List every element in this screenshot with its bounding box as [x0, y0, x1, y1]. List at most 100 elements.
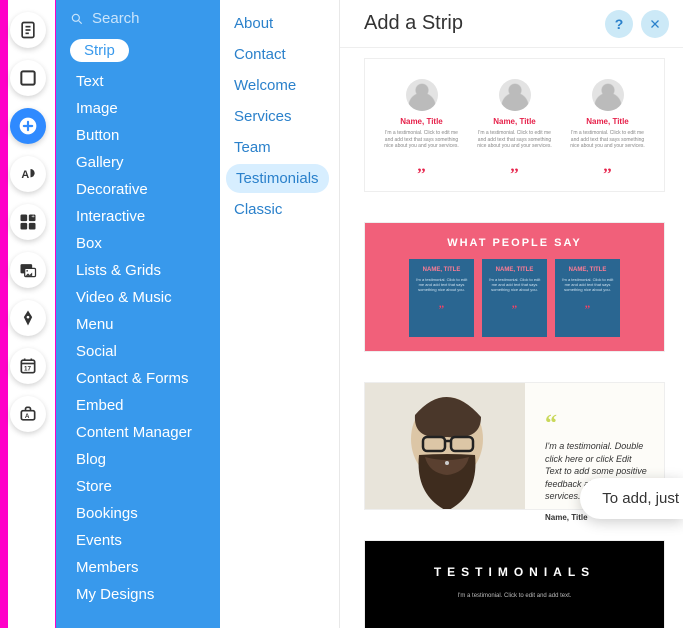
sub-about[interactable]: About	[220, 9, 339, 38]
rail-blog-button[interactable]	[10, 300, 46, 336]
rail-background-button[interactable]	[10, 60, 46, 96]
category-button[interactable]: Button	[56, 122, 220, 149]
category-social[interactable]: Social	[56, 338, 220, 365]
category-lists-grids[interactable]: Lists & Grids	[56, 257, 220, 284]
search-row[interactable]	[56, 0, 220, 33]
search-input[interactable]	[92, 10, 192, 27]
close-icon	[649, 18, 661, 30]
sub-services[interactable]: Services	[220, 102, 339, 131]
testimonial-blurb: I'm a testimonial. Click to edit me and …	[561, 277, 614, 293]
svg-text:A: A	[21, 169, 29, 181]
testimonial-blurb: I'm a testimonial. Click to edit me and …	[382, 130, 462, 150]
testimonial-column: Name, Title I'm a testimonial. Click to …	[561, 79, 654, 183]
strip2-title: WHAT PEOPLE SAY	[373, 237, 656, 249]
category-decorative[interactable]: Decorative	[56, 176, 220, 203]
testimonial-blurb: I'm a testimonial. Click to edit me and …	[415, 277, 468, 293]
left-rail: A + 17 A	[0, 0, 56, 628]
category-menu[interactable]: Menu	[56, 311, 220, 338]
category-blog[interactable]: Blog	[56, 446, 220, 473]
subcategory-panel: About Contact Welcome Services Team Test…	[220, 0, 340, 628]
panel-header: Add a Strip ?	[340, 0, 683, 48]
rail-theme-button[interactable]: A	[10, 156, 46, 192]
theme-icon: A	[18, 164, 38, 184]
testimonial-name: NAME, TITLE	[561, 267, 614, 273]
category-bookings[interactable]: Bookings	[56, 500, 220, 527]
testimonial-tile: NAME, TITLE I'm a testimonial. Click to …	[409, 259, 474, 337]
testimonial-name: Name, Title	[375, 117, 468, 126]
strip-preview-4[interactable]: TESTIMONIALS I'm a testimonial. Click to…	[364, 540, 665, 628]
add-icon	[18, 116, 38, 136]
avatar-icon	[499, 79, 531, 111]
svg-text:A: A	[24, 413, 29, 420]
rail-apps-button[interactable]: +	[10, 204, 46, 240]
category-embed[interactable]: Embed	[56, 392, 220, 419]
quote-icon: ,,	[375, 158, 468, 176]
rail-add-button[interactable]	[10, 108, 46, 144]
search-icon	[70, 12, 84, 26]
rail-ascend-button[interactable]: A	[10, 396, 46, 432]
calendar-icon: 17	[18, 356, 38, 376]
hint-tooltip: To add, just	[580, 478, 683, 519]
testimonial-name: NAME, TITLE	[488, 267, 541, 273]
strip4-title: TESTIMONIALS	[375, 565, 654, 579]
category-members[interactable]: Members	[56, 554, 220, 581]
avatar-icon	[406, 79, 438, 111]
category-gallery[interactable]: Gallery	[56, 149, 220, 176]
strip-preview-2[interactable]: WHAT PEOPLE SAY NAME, TITLE I'm a testim…	[364, 222, 665, 352]
testimonial-photo	[365, 383, 525, 509]
rail-bookings-button[interactable]: 17	[10, 348, 46, 384]
category-text[interactable]: Text	[56, 68, 220, 95]
strip-preview-1[interactable]: Name, Title I'm a testimonial. Click to …	[364, 58, 665, 192]
svg-text:+: +	[31, 214, 35, 220]
rail-media-button[interactable]	[10, 252, 46, 288]
quote-icon: ,,	[415, 299, 468, 310]
testimonial-name: Name, Title	[561, 117, 654, 126]
category-events[interactable]: Events	[56, 527, 220, 554]
sub-team[interactable]: Team	[220, 133, 339, 162]
testimonial-column: Name, Title I'm a testimonial. Click to …	[468, 79, 561, 183]
sub-classic[interactable]: Classic	[220, 195, 339, 224]
quote-icon: ,,	[561, 299, 614, 310]
category-strip[interactable]: Strip	[70, 39, 129, 62]
testimonial-blurb: I'm a testimonial. Click to edit me and …	[568, 130, 648, 150]
testimonial-name: NAME, TITLE	[415, 267, 468, 273]
media-icon	[18, 260, 38, 280]
quote-icon: ,,	[488, 299, 541, 310]
category-content-manager[interactable]: Content Manager	[56, 419, 220, 446]
category-contact-forms[interactable]: Contact & Forms	[56, 365, 220, 392]
pen-icon	[18, 308, 38, 328]
svg-text:17: 17	[24, 366, 31, 373]
testimonial-blurb: I'm a testimonial. Click to edit me and …	[488, 277, 541, 293]
pages-icon	[18, 20, 38, 40]
category-video-music[interactable]: Video & Music	[56, 284, 220, 311]
category-image[interactable]: Image	[56, 95, 220, 122]
testimonial-column: Name, Title I'm a testimonial. Click to …	[375, 79, 468, 183]
help-button[interactable]: ?	[605, 10, 633, 38]
category-box[interactable]: Box	[56, 230, 220, 257]
strip-gallery: Name, Title I'm a testimonial. Click to …	[340, 48, 683, 628]
apps-icon: +	[18, 212, 38, 232]
category-panel: Strip Text Image Button Gallery Decorati…	[56, 0, 220, 628]
testimonial-tile: NAME, TITLE I'm a testimonial. Click to …	[482, 259, 547, 337]
rail-pages-button[interactable]	[10, 12, 46, 48]
sub-testimonials[interactable]: Testimonials	[226, 164, 329, 193]
quote-icon: “	[545, 411, 650, 438]
avatar-icon	[592, 79, 624, 111]
briefcase-icon: A	[18, 404, 38, 424]
category-store[interactable]: Store	[56, 473, 220, 500]
close-button[interactable]	[641, 10, 669, 38]
background-icon	[18, 68, 38, 88]
rail-accent-stripe	[0, 0, 8, 628]
category-my-designs[interactable]: My Designs	[56, 581, 220, 608]
help-icon: ?	[615, 16, 624, 32]
testimonial-blurb: I'm a testimonial. Click to edit me and …	[475, 130, 555, 150]
category-interactive[interactable]: Interactive	[56, 203, 220, 230]
testimonial-tile: NAME, TITLE I'm a testimonial. Click to …	[555, 259, 620, 337]
person-photo-icon	[365, 383, 525, 509]
quote-icon: ,,	[561, 158, 654, 176]
testimonial-name: Name, Title	[468, 117, 561, 126]
strip4-subtitle: I'm a testimonial. Click to edit and add…	[375, 593, 654, 599]
sub-welcome[interactable]: Welcome	[220, 71, 339, 100]
quote-icon: ,,	[468, 158, 561, 176]
sub-contact[interactable]: Contact	[220, 40, 339, 69]
